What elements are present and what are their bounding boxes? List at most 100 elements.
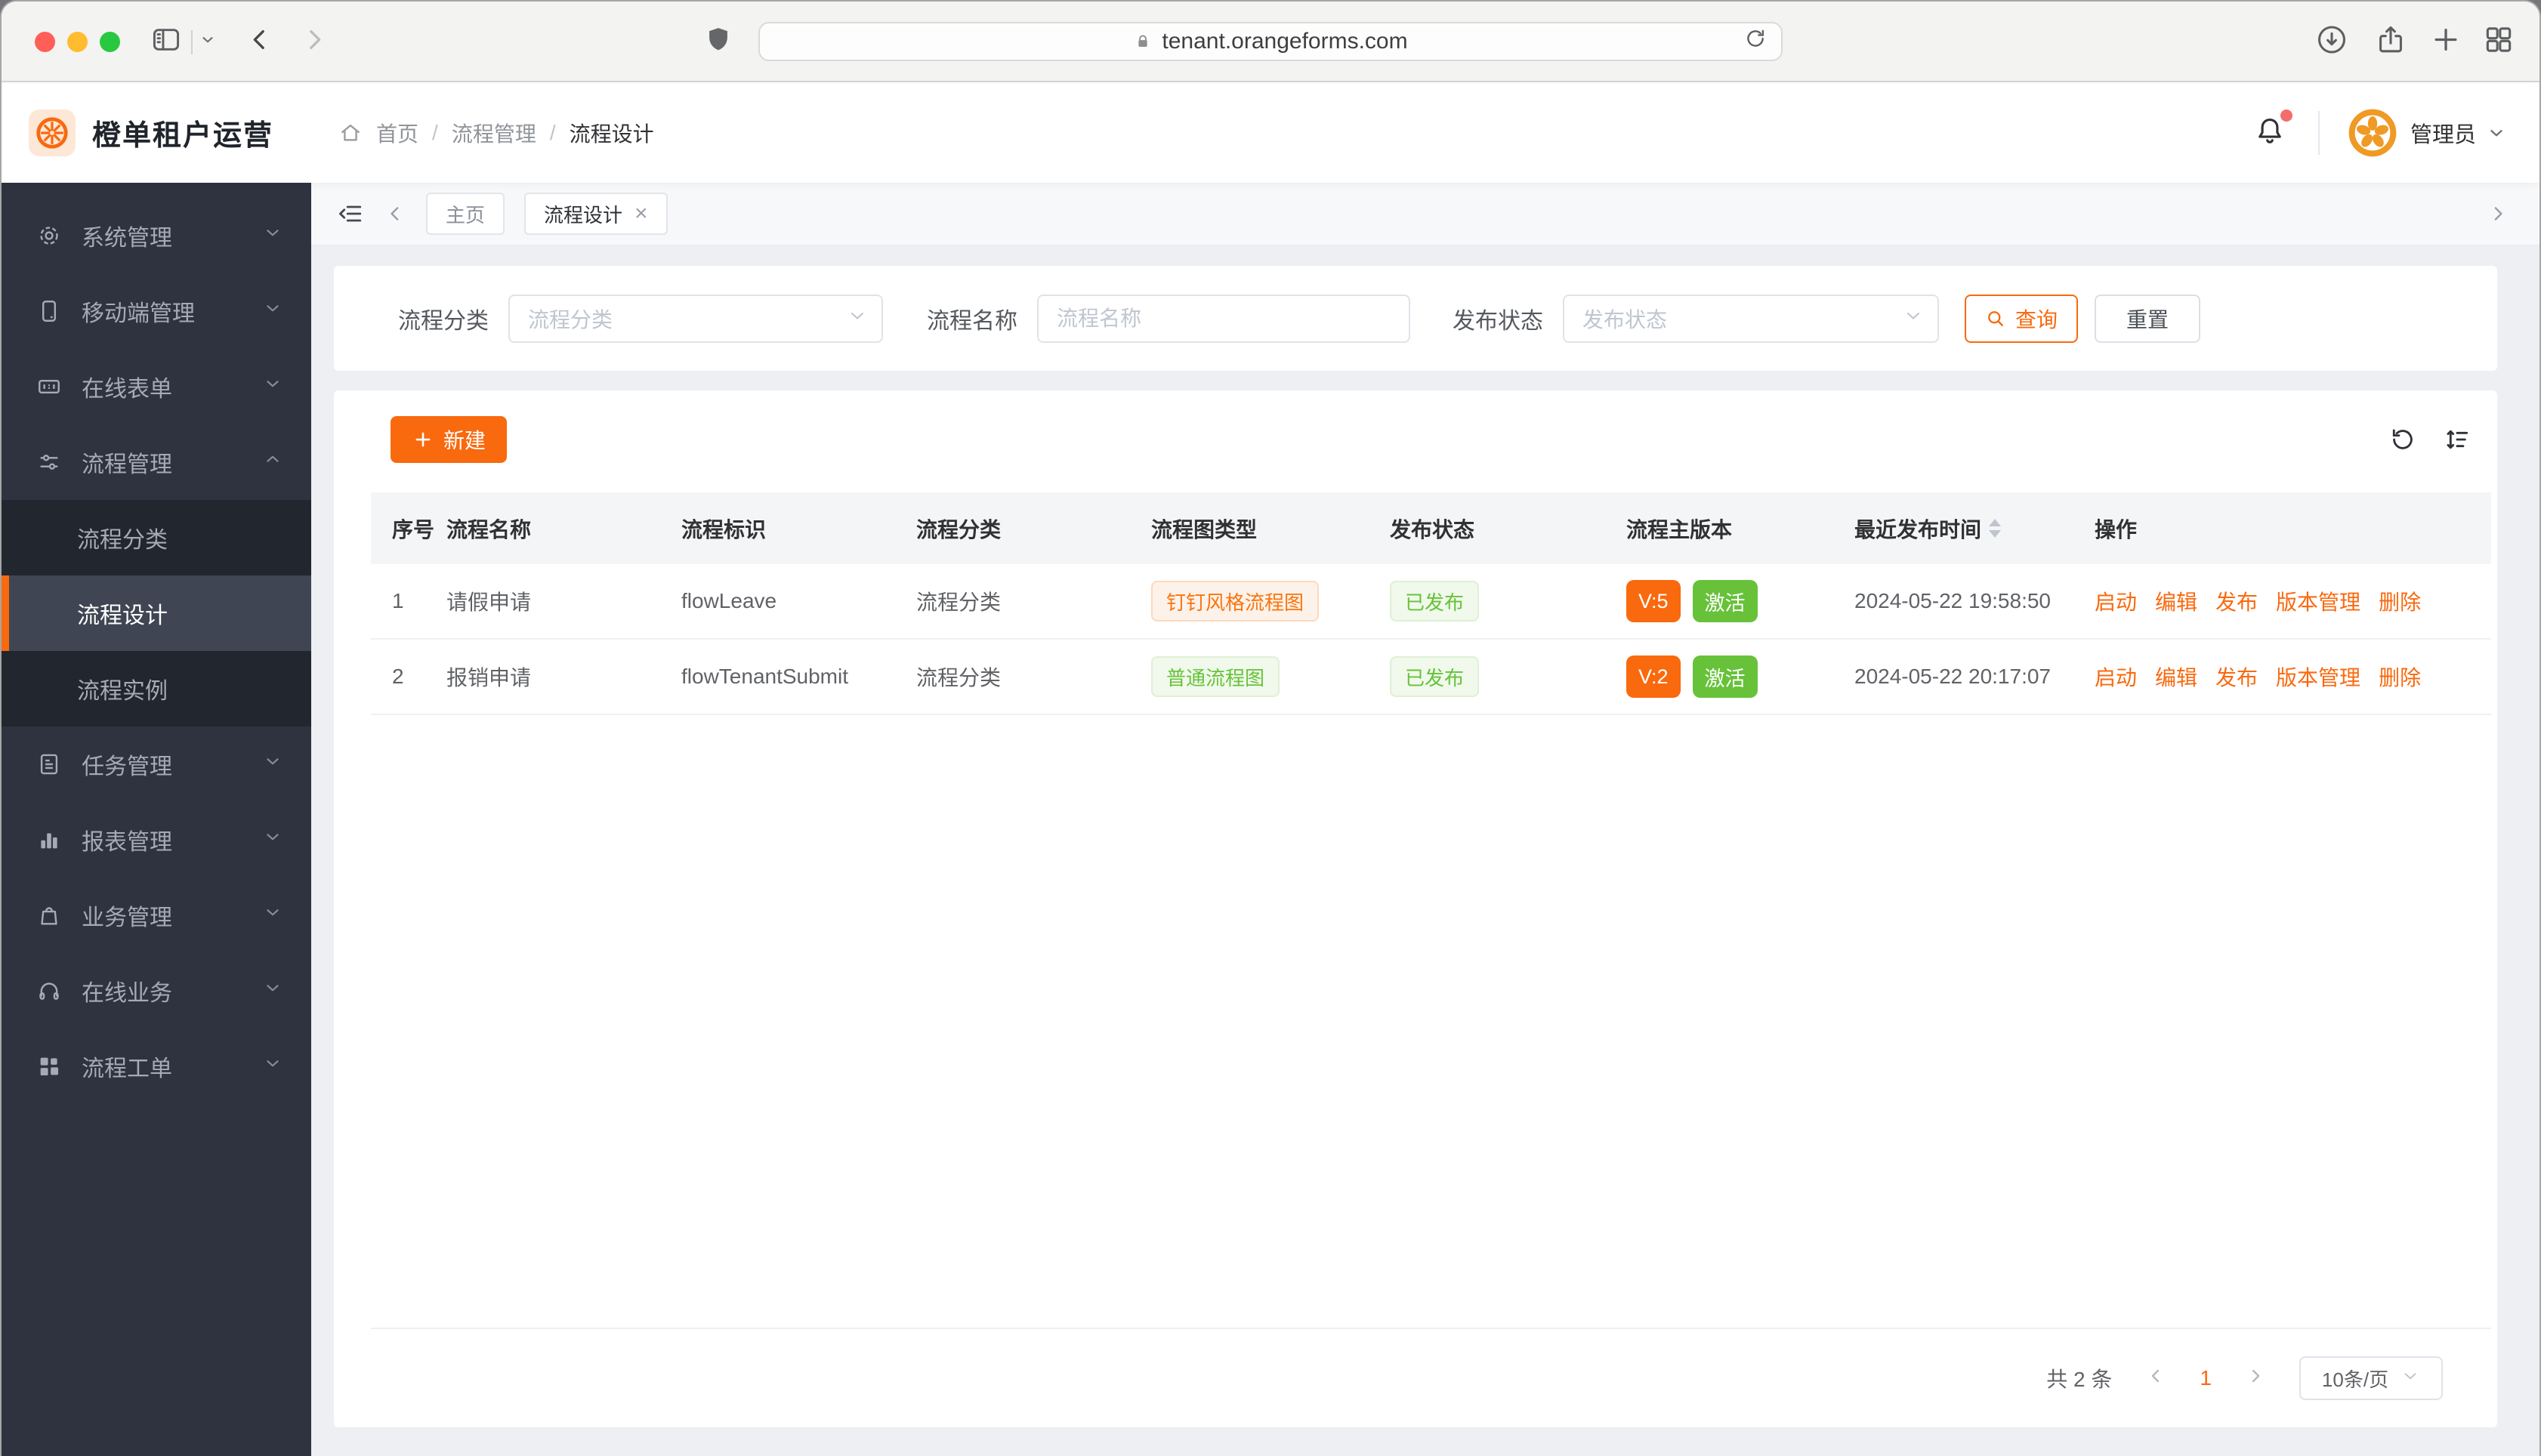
zoom-window-button[interactable] <box>100 32 120 52</box>
sidebar-item-label: 在线表单 <box>82 377 172 402</box>
tab-overview-icon[interactable] <box>2482 23 2515 60</box>
close-tab-icon[interactable]: × <box>634 202 648 225</box>
action-version-mgmt-link[interactable]: 版本管理 <box>2276 662 2360 692</box>
chevron-down-icon <box>2401 1366 2420 1391</box>
row-seq: 1 <box>392 589 404 612</box>
create-button[interactable]: 新建 <box>391 416 508 463</box>
sort-carets-icon[interactable] <box>1989 519 2002 538</box>
url-text: tenant.orangeforms.com <box>1162 29 1408 54</box>
table-toolbar: 新建 <box>334 390 2497 463</box>
breadcrumb-separator: / <box>432 120 438 144</box>
col-category: 流程分类 <box>916 517 1002 541</box>
query-button[interactable]: 查询 <box>1965 294 2078 343</box>
share-icon[interactable] <box>2373 22 2408 60</box>
chevron-down-icon[interactable] <box>199 31 216 51</box>
chevron-down-icon <box>263 298 283 324</box>
action-edit-link[interactable]: 编辑 <box>2155 586 2197 616</box>
orange-slice-icon <box>36 116 68 149</box>
col-key: 流程标识 <box>681 517 767 541</box>
user-menu-chevron-icon[interactable] <box>2487 123 2506 143</box>
query-button-label: 查询 <box>2015 307 2058 332</box>
sidebar-item-flow-mgmt[interactable]: 流程管理 <box>2 424 311 500</box>
action-start-link[interactable]: 启动 <box>2095 586 2137 616</box>
document-icon <box>40 754 58 775</box>
sidebar-subitem-label: 流程实例 <box>77 679 168 704</box>
select-placeholder: 流程分类 <box>528 307 613 332</box>
refresh-icon[interactable] <box>2388 425 2417 454</box>
action-delete-link[interactable]: 删除 <box>2379 662 2421 692</box>
reload-icon[interactable] <box>1743 26 1768 57</box>
downloads-icon[interactable] <box>2314 22 2349 60</box>
tab-label: 主页 <box>446 203 486 227</box>
notifications-button[interactable] <box>2253 110 2292 151</box>
create-button-label: 新建 <box>443 429 486 452</box>
app-title: 橙单租户运营 <box>92 120 274 152</box>
sidebar-item-task-mgmt[interactable]: 任务管理 <box>2 726 311 802</box>
row-diagram-type: 普通流程图 <box>1151 656 1390 697</box>
sidebar-item-system-mgmt[interactable]: 系统管理 <box>2 198 311 273</box>
sidebar-item-flow-workorder[interactable]: 流程工单 <box>2 1029 311 1104</box>
category-select[interactable]: 流程分类 <box>508 294 883 343</box>
back-button[interactable] <box>245 24 275 58</box>
close-window-button[interactable] <box>35 32 55 52</box>
tabs-scroll-right-icon[interactable] <box>2487 202 2509 225</box>
prev-page-icon[interactable] <box>2145 1365 2166 1392</box>
chevron-down-icon <box>263 751 283 777</box>
filter-panel: 流程分类 流程分类 流程名称 发布状态 发布状态 查询 <box>334 266 2497 371</box>
row-density-icon[interactable] <box>2443 425 2472 454</box>
filter-status-label: 发布状态 <box>1453 308 1543 334</box>
page-number[interactable]: 1 <box>2200 1366 2212 1390</box>
publish-status-tag: 已发布 <box>1390 656 1480 697</box>
sidebar-item-flow-design[interactable]: 流程设计 <box>2 575 311 651</box>
header-divider <box>2317 110 2320 155</box>
sidebar-item-online-business[interactable]: 在线业务 <box>2 953 311 1029</box>
address-bar[interactable]: tenant.orangeforms.com <box>758 22 1783 61</box>
action-publish-link[interactable]: 发布 <box>2215 586 2258 616</box>
action-delete-link[interactable]: 删除 <box>2379 586 2421 616</box>
flow-name-input[interactable] <box>1037 294 1410 343</box>
search-icon <box>1985 308 2006 329</box>
minimize-window-button[interactable] <box>67 32 88 52</box>
tab-home[interactable]: 主页 <box>426 193 505 235</box>
sidebar-item-mobile-mgmt[interactable]: 移动端管理 <box>2 273 311 349</box>
sidebar-item-online-forms[interactable]: 在线表单 <box>2 349 311 424</box>
menu-fold-icon[interactable] <box>337 200 364 227</box>
breadcrumb-section[interactable]: 流程管理 <box>452 118 536 148</box>
breadcrumb-home[interactable]: 首页 <box>376 118 418 148</box>
user-avatar[interactable] <box>2348 108 2397 157</box>
table-empty-space <box>371 715 2491 1329</box>
col-name: 流程名称 <box>446 517 532 541</box>
action-edit-link[interactable]: 编辑 <box>2155 662 2197 692</box>
row-actions: 启动 编辑 发布 版本管理 删除 <box>2095 662 2491 692</box>
sidebar-item-flow-instance[interactable]: 流程实例 <box>2 651 311 726</box>
status-select[interactable]: 发布状态 <box>1563 294 1939 343</box>
notification-badge <box>2280 110 2292 122</box>
reset-button-label: 重置 <box>2126 307 2169 332</box>
sidebar-item-report-mgmt[interactable]: 报表管理 <box>2 802 311 878</box>
filter-category-label: 流程分类 <box>398 308 489 334</box>
tabs-scroll-left-icon[interactable] <box>384 202 406 225</box>
reset-button[interactable]: 重置 <box>2095 294 2200 343</box>
action-version-mgmt-link[interactable]: 版本管理 <box>2276 586 2360 616</box>
action-publish-link[interactable]: 发布 <box>2215 662 2258 692</box>
new-tab-icon[interactable] <box>2429 23 2462 60</box>
col-published-at-label: 最近发布时间 <box>1854 517 1982 541</box>
chevron-down-icon <box>263 978 283 1004</box>
sidebar-item-flow-category[interactable]: 流程分类 <box>2 500 311 575</box>
tab-flow-design[interactable]: 流程设计 × <box>524 193 668 235</box>
action-start-link[interactable]: 启动 <box>2095 662 2137 692</box>
table-header: 序号 流程名称 流程标识 流程分类 流程图类型 发布状态 流程主版本 最近发布时… <box>371 492 2491 564</box>
app-header: 橙单租户运营 首页 / 流程管理 / 流程设计 管理员 <box>2 82 2539 183</box>
privacy-shield-icon[interactable] <box>702 23 734 59</box>
sidebar-toggle-icon[interactable] <box>150 23 183 60</box>
next-page-icon[interactable] <box>2245 1365 2266 1392</box>
plus-icon <box>412 428 434 451</box>
row-category: 流程分类 <box>916 591 1002 614</box>
sidebar-item-business-mgmt[interactable]: 业务管理 <box>2 878 311 953</box>
user-name[interactable]: 管理员 <box>2410 117 2476 149</box>
forward-button[interactable] <box>299 24 329 58</box>
chevron-down-icon <box>263 223 283 248</box>
breadcrumb: 首页 / 流程管理 / 流程设计 <box>338 118 654 148</box>
col-published-at[interactable]: 最近发布时间 <box>1854 514 2095 544</box>
page-size-select[interactable]: 10条/页 <box>2299 1356 2443 1400</box>
